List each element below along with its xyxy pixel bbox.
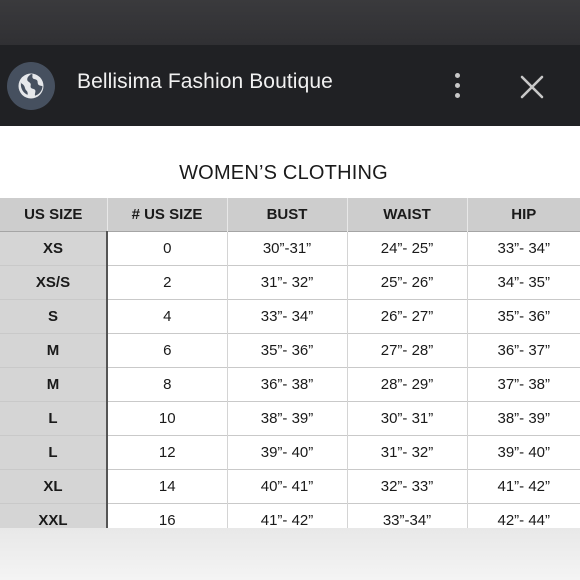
table-row: XS 0 30”-31” 24”- 25” 33”- 34” xyxy=(0,231,580,266)
size-chart-image: WOMEN’S CLOTHING US SIZE # US SIZE BUST … xyxy=(0,126,580,537)
waist-cell: 31”- 32” xyxy=(346,435,467,470)
column-header: US SIZE xyxy=(0,198,107,232)
bust-cell: 39”- 40” xyxy=(226,435,347,470)
waist-cell: 32”- 33” xyxy=(346,469,467,504)
close-icon xyxy=(520,75,544,99)
status-bar-strip xyxy=(0,0,580,50)
hip-cell: 41”- 42” xyxy=(466,469,580,504)
bust-cell: 38”- 39” xyxy=(226,401,347,436)
app-bar: Bellisima Fashion Boutique xyxy=(0,45,580,126)
waist-cell: 30”- 31” xyxy=(346,401,467,436)
hip-cell: 37”- 38” xyxy=(466,367,580,402)
table-row: XS/S 2 31”- 32” 25”- 26” 34”- 35” xyxy=(0,265,580,300)
hip-cell: 38”- 39” xyxy=(466,401,580,436)
app-title: Bellisima Fashion Boutique xyxy=(77,70,333,93)
bust-cell: 33”- 34” xyxy=(226,299,347,334)
us-size-cell: XL xyxy=(0,469,108,504)
numeric-size-cell: 12 xyxy=(106,435,227,470)
column-header: HIP xyxy=(466,198,580,232)
numeric-size-cell: 4 xyxy=(106,299,227,334)
hip-cell: 36”- 37” xyxy=(466,333,580,368)
us-size-cell: XS/S xyxy=(0,265,108,300)
numeric-size-cell: 2 xyxy=(106,265,227,300)
hip-cell: 35”- 36” xyxy=(466,299,580,334)
more-vert-icon-dot xyxy=(454,92,460,98)
bust-cell: 36”- 38” xyxy=(226,367,347,402)
table-row: M 6 35”- 36” 27”- 28” 36”- 37” xyxy=(0,333,580,368)
close-button[interactable] xyxy=(516,71,548,103)
more-vert-icon-dot xyxy=(454,72,460,78)
bust-cell: 35”- 36” xyxy=(226,333,347,368)
chart-title: WOMEN’S CLOTHING xyxy=(179,162,388,184)
waist-cell: 26”- 27” xyxy=(346,299,467,334)
bust-cell: 31”- 32” xyxy=(226,265,347,300)
numeric-size-cell: 14 xyxy=(106,469,227,504)
table-header-row: US SIZE # US SIZE BUST WAIST HIP xyxy=(0,198,580,232)
table-row: XL 14 40”- 41” 32”- 33” 41”- 42” xyxy=(0,469,580,504)
us-size-cell: S xyxy=(0,299,108,334)
column-header: WAIST xyxy=(346,198,467,232)
numeric-size-cell: 0 xyxy=(106,231,227,266)
numeric-size-cell: 8 xyxy=(106,367,227,402)
size-table: US SIZE # US SIZE BUST WAIST HIP XS 0 30… xyxy=(0,198,580,537)
us-size-cell: M xyxy=(0,333,108,368)
table-row: L 12 39”- 40” 31”- 32” 39”- 40” xyxy=(0,435,580,470)
numeric-size-cell: 6 xyxy=(106,333,227,368)
more-vert-icon-dot xyxy=(454,82,460,88)
us-size-cell: XS xyxy=(0,231,108,266)
globe-icon xyxy=(18,73,44,99)
table-row: L 10 38”- 39” 30”- 31” 38”- 39” xyxy=(0,401,580,436)
waist-cell: 25”- 26” xyxy=(346,265,467,300)
more-options-button[interactable] xyxy=(447,67,467,103)
hip-cell: 33”- 34” xyxy=(466,231,580,266)
us-size-cell: M xyxy=(0,367,108,402)
site-info-button[interactable] xyxy=(7,62,55,110)
column-header: BUST xyxy=(226,198,347,232)
bust-cell: 40”- 41” xyxy=(226,469,347,504)
waist-cell: 27”- 28” xyxy=(346,333,467,368)
hip-cell: 39”- 40” xyxy=(466,435,580,470)
table-row: S 4 33”- 34” 26”- 27” 35”- 36” xyxy=(0,299,580,334)
hip-cell: 34”- 35” xyxy=(466,265,580,300)
waist-cell: 24”- 25” xyxy=(346,231,467,266)
bust-cell: 30”-31” xyxy=(226,231,347,266)
column-header: # US SIZE xyxy=(106,198,227,232)
table-row: M 8 36”- 38” 28”- 29” 37”- 38” xyxy=(0,367,580,402)
us-size-cell: L xyxy=(0,435,108,470)
waist-cell: 28”- 29” xyxy=(346,367,467,402)
numeric-size-cell: 10 xyxy=(106,401,227,436)
bottom-blurred-strip xyxy=(0,528,580,580)
us-size-cell: L xyxy=(0,401,108,436)
